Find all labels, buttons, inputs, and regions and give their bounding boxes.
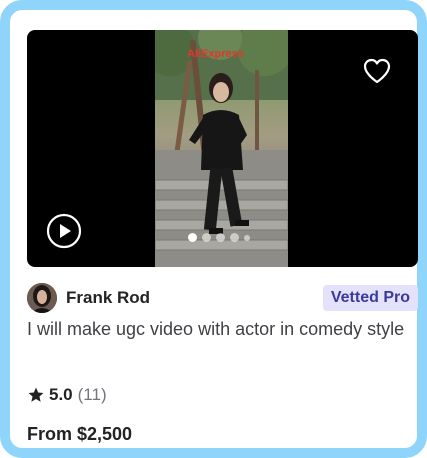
favorite-button[interactable] <box>360 54 394 88</box>
gig-card[interactable]: AliExpress fiv <box>27 30 418 450</box>
avatar[interactable] <box>27 283 57 313</box>
star-icon <box>28 387 44 402</box>
carousel-dot[interactable] <box>188 233 197 242</box>
seller-name[interactable]: Frank Rod <box>66 288 150 308</box>
gig-media-carousel[interactable]: AliExpress fiv <box>27 30 418 267</box>
card-frame: AliExpress fiv <box>0 0 427 458</box>
video-scene <box>155 30 288 267</box>
heart-icon <box>363 58 391 84</box>
carousel-dot[interactable] <box>244 234 250 241</box>
avatar-image <box>27 283 57 313</box>
carousel-dot[interactable] <box>216 233 225 242</box>
video-thumbnail[interactable]: AliExpress <box>155 30 288 267</box>
carousel-dot[interactable] <box>230 233 239 242</box>
rating: 5.0 (11) <box>27 384 107 406</box>
carousel-dot[interactable] <box>202 233 211 242</box>
play-icon <box>46 213 82 249</box>
carousel-dots <box>188 233 250 242</box>
rating-score: 5.0 <box>49 385 73 404</box>
gig-title[interactable]: I will make ugc video with actor in come… <box>27 315 418 343</box>
vetted-pro-badge: Vetted Pro <box>322 285 418 311</box>
play-button[interactable] <box>46 213 82 249</box>
video-overlay-text: AliExpress <box>187 48 244 60</box>
price[interactable]: From $2,500 <box>27 424 132 445</box>
seller-info: Frank Rod Vetted Pro <box>27 283 418 313</box>
rating-count: (11) <box>77 385 107 404</box>
